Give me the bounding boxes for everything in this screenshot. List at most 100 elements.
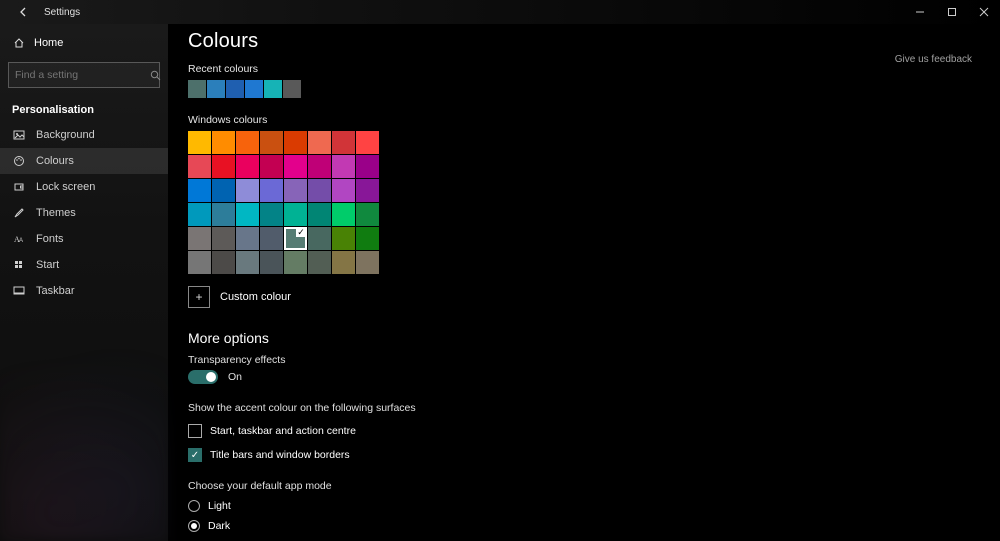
back-button[interactable] bbox=[8, 6, 40, 18]
colour-swatch[interactable] bbox=[356, 227, 379, 250]
colour-swatch[interactable] bbox=[332, 155, 355, 178]
recent-colour-swatch[interactable] bbox=[188, 80, 206, 98]
window-title: Settings bbox=[44, 7, 80, 18]
sidebar-item-fonts[interactable]: AAFonts bbox=[0, 226, 168, 252]
colour-swatch[interactable] bbox=[308, 179, 331, 202]
colour-swatch[interactable] bbox=[260, 203, 283, 226]
recent-colour-swatch[interactable] bbox=[264, 80, 282, 98]
maximize-button[interactable] bbox=[936, 0, 968, 24]
sidebar-item-label: Themes bbox=[36, 207, 76, 219]
sidebar-home-label: Home bbox=[34, 37, 63, 49]
sidebar-item-lock-screen[interactable]: Lock screen bbox=[0, 174, 168, 200]
sidebar-item-themes[interactable]: Themes bbox=[0, 200, 168, 226]
sidebar-item-background[interactable]: Background bbox=[0, 122, 168, 148]
colour-swatch[interactable] bbox=[308, 131, 331, 154]
colour-swatch[interactable] bbox=[212, 227, 235, 250]
colour-swatch[interactable] bbox=[236, 227, 259, 250]
checkbox-start-taskbar[interactable] bbox=[188, 424, 202, 438]
checkbox-titlebars[interactable]: ✓ bbox=[188, 448, 202, 462]
recent-colour-swatch[interactable] bbox=[207, 80, 225, 98]
colour-swatch[interactable] bbox=[236, 203, 259, 226]
colour-swatch[interactable] bbox=[212, 203, 235, 226]
colour-swatch[interactable] bbox=[188, 227, 211, 250]
checkbox-start-label: Start, taskbar and action centre bbox=[210, 425, 356, 437]
colour-swatch[interactable] bbox=[308, 251, 331, 274]
sidebar-item-label: Start bbox=[36, 259, 59, 271]
checkbox-titlebars-label: Title bars and window borders bbox=[210, 449, 350, 461]
colour-swatch[interactable] bbox=[332, 251, 355, 274]
minimize-icon bbox=[915, 7, 925, 17]
sidebar-item-label: Taskbar bbox=[36, 285, 75, 297]
colour-swatch[interactable] bbox=[188, 155, 211, 178]
custom-colour-button[interactable]: + bbox=[188, 286, 210, 308]
search-input-wrap[interactable] bbox=[8, 62, 160, 88]
colour-swatch[interactable] bbox=[332, 179, 355, 202]
colour-swatch[interactable] bbox=[356, 251, 379, 274]
colour-swatch[interactable] bbox=[236, 155, 259, 178]
colour-swatch[interactable] bbox=[260, 227, 283, 250]
colour-swatch[interactable] bbox=[212, 179, 235, 202]
colour-swatch[interactable] bbox=[332, 203, 355, 226]
colour-swatch[interactable] bbox=[332, 131, 355, 154]
colour-swatch[interactable] bbox=[284, 251, 307, 274]
arrow-left-icon bbox=[18, 6, 30, 18]
recent-colour-swatch[interactable] bbox=[245, 80, 263, 98]
minimize-button[interactable] bbox=[904, 0, 936, 24]
colour-swatch[interactable] bbox=[284, 203, 307, 226]
feedback-link[interactable]: Give us feedback bbox=[895, 54, 972, 65]
colour-swatch[interactable] bbox=[236, 179, 259, 202]
colour-swatch[interactable] bbox=[212, 155, 235, 178]
colour-swatch[interactable] bbox=[188, 131, 211, 154]
sidebar-item-label: Fonts bbox=[36, 233, 64, 245]
main-content: Give us feedback Colours Recent colours … bbox=[168, 24, 1000, 541]
colour-swatch[interactable] bbox=[356, 131, 379, 154]
colour-swatch[interactable] bbox=[284, 179, 307, 202]
colour-swatch[interactable] bbox=[188, 179, 211, 202]
colour-swatch[interactable] bbox=[236, 251, 259, 274]
colour-swatch[interactable] bbox=[284, 227, 307, 250]
toggle-knob bbox=[206, 372, 216, 382]
colour-swatch[interactable] bbox=[212, 251, 235, 274]
radio-dark[interactable] bbox=[188, 520, 200, 532]
colour-swatch[interactable] bbox=[308, 155, 331, 178]
search-input[interactable] bbox=[15, 69, 150, 81]
maximize-icon bbox=[947, 7, 957, 17]
colour-swatch[interactable] bbox=[332, 227, 355, 250]
colour-swatch[interactable] bbox=[308, 203, 331, 226]
colour-swatch[interactable] bbox=[356, 203, 379, 226]
svg-text:A: A bbox=[19, 238, 23, 244]
close-button[interactable] bbox=[968, 0, 1000, 24]
colour-swatch[interactable] bbox=[260, 251, 283, 274]
colour-swatch[interactable] bbox=[284, 155, 307, 178]
sidebar-home[interactable]: Home bbox=[0, 30, 168, 56]
colour-swatch[interactable] bbox=[356, 179, 379, 202]
windows-colours-grid bbox=[188, 131, 380, 274]
more-options-heading: More options bbox=[188, 330, 980, 346]
palette-icon bbox=[12, 154, 26, 168]
surfaces-label: Show the accent colour on the following … bbox=[188, 402, 980, 414]
colour-swatch[interactable] bbox=[260, 131, 283, 154]
sidebar-category: Personalisation bbox=[0, 94, 168, 122]
colour-swatch[interactable] bbox=[260, 179, 283, 202]
recent-colours-label: Recent colours bbox=[188, 63, 980, 75]
recent-colour-swatch[interactable] bbox=[283, 80, 301, 98]
custom-colour-label: Custom colour bbox=[220, 291, 291, 303]
sidebar-item-taskbar[interactable]: Taskbar bbox=[0, 278, 168, 304]
radio-light[interactable] bbox=[188, 500, 200, 512]
colour-swatch[interactable] bbox=[236, 131, 259, 154]
colour-swatch[interactable] bbox=[260, 155, 283, 178]
colour-swatch[interactable] bbox=[212, 131, 235, 154]
window-controls bbox=[904, 0, 1000, 24]
sidebar-item-start[interactable]: Start bbox=[0, 252, 168, 278]
sidebar-item-colours[interactable]: Colours bbox=[0, 148, 168, 174]
colour-swatch[interactable] bbox=[188, 203, 211, 226]
close-icon bbox=[979, 7, 989, 17]
colour-swatch[interactable] bbox=[356, 155, 379, 178]
colour-swatch[interactable] bbox=[284, 131, 307, 154]
recent-colour-swatch[interactable] bbox=[226, 80, 244, 98]
windows-colours-label: Windows colours bbox=[188, 114, 980, 126]
colour-swatch[interactable] bbox=[308, 227, 331, 250]
colour-swatch[interactable] bbox=[188, 251, 211, 274]
sidebar-item-label: Lock screen bbox=[36, 181, 95, 193]
transparency-toggle[interactable] bbox=[188, 370, 218, 384]
